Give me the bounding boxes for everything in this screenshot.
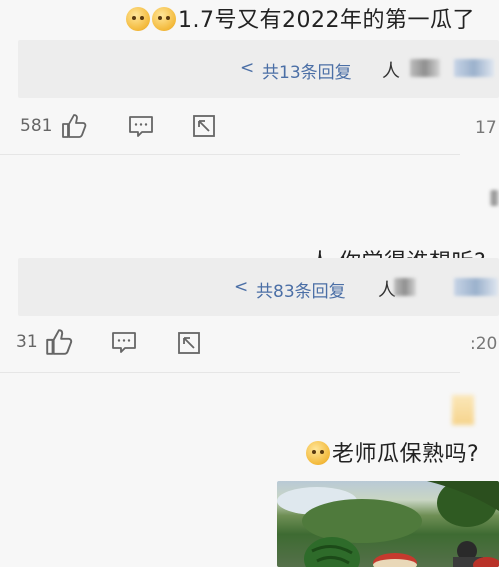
comment-icon[interactable] bbox=[111, 331, 137, 355]
blurred-avatar bbox=[452, 395, 474, 425]
thumbs-up-icon[interactable] bbox=[60, 113, 88, 139]
divider bbox=[0, 154, 460, 155]
blurred-avatar bbox=[490, 190, 499, 206]
comment-1-actions: 581 17 bbox=[0, 110, 499, 144]
photo-content bbox=[277, 481, 499, 567]
thumbs-up-icon[interactable] bbox=[44, 328, 74, 356]
comment-1-text: 1.7号又有2022年的第一瓜了 bbox=[178, 8, 475, 33]
chevron-icon: < bbox=[234, 277, 249, 297]
comment-3-text: 老师瓜保熟吗? bbox=[332, 442, 480, 467]
comment-3-text-line: 老师瓜保熟吗? bbox=[306, 436, 479, 468]
comment-1-replies-link[interactable]: 共13条回复 bbox=[262, 58, 352, 83]
smile-emoji-icon bbox=[126, 7, 150, 31]
comment-2-time: :20 bbox=[470, 334, 498, 354]
comment-icon[interactable] bbox=[128, 115, 154, 139]
comment-1-reply-bar[interactable]: < 共13条回复 人 bbox=[18, 40, 499, 98]
comment-1-text-line: 1.7号又有2022年的第一瓜了 bbox=[126, 2, 475, 34]
smile-emoji-icon bbox=[152, 7, 176, 31]
share-icon[interactable] bbox=[177, 331, 201, 355]
like-count: 31 bbox=[16, 332, 38, 352]
blurred-username bbox=[454, 59, 494, 77]
comment-2-replies-link[interactable]: 共83条回复 bbox=[256, 277, 346, 302]
blurred-username bbox=[454, 278, 498, 296]
divider bbox=[0, 372, 460, 373]
like-count: 581 bbox=[20, 116, 53, 136]
comment-2-actions: 31 :20 bbox=[0, 325, 499, 361]
chevron-icon: < bbox=[240, 58, 255, 78]
comment-1-time: 17 bbox=[475, 118, 497, 138]
blurred-username bbox=[394, 278, 416, 296]
emoji-icon bbox=[306, 441, 330, 465]
blurred-username bbox=[410, 59, 440, 77]
comment-2-reply-bar[interactable]: < 共83条回复 人 bbox=[18, 258, 499, 316]
share-icon[interactable] bbox=[192, 114, 216, 138]
reply-author-glyph: 人 bbox=[382, 61, 400, 82]
watermelon-photo[interactable] bbox=[277, 481, 499, 567]
